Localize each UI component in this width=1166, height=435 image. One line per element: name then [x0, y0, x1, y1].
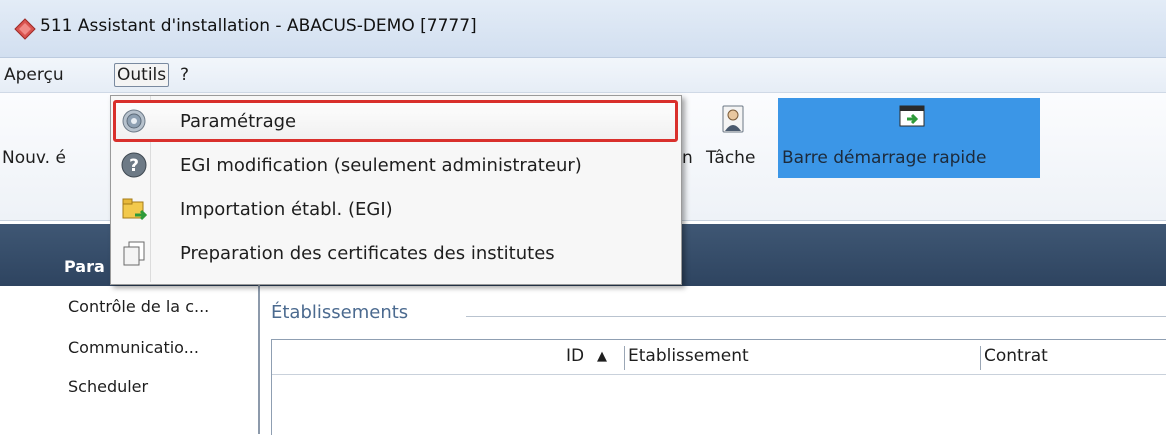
menu-help[interactable]: ? [178, 64, 191, 86]
copy-documents-icon [123, 241, 145, 266]
left-panel-title: Para [64, 257, 105, 276]
menu-item-certificates[interactable]: Preparation des certificates des institu… [114, 232, 678, 276]
gear-icon [122, 109, 146, 133]
diamond-logo-icon [14, 18, 36, 40]
nav-item-communication[interactable]: Communicatio... [68, 338, 199, 357]
column-header-id[interactable]: ID [566, 346, 584, 366]
menu-outils[interactable]: Outils [114, 63, 170, 87]
column-separator[interactable] [980, 346, 981, 370]
ribbon-hidden-label[interactable]: n [682, 148, 693, 168]
menu-item-label: Paramétrage [180, 111, 297, 132]
window-title: 511 Assistant d'installation - ABACUS-DE… [40, 16, 477, 36]
sort-ascending-icon: ▲ [597, 349, 607, 364]
menu-item-importation[interactable]: Importation établ. (EGI) [114, 188, 678, 232]
nav-item-controle[interactable]: Contrôle de la c... [68, 297, 209, 316]
task-person-icon [722, 105, 744, 133]
nav-item-scheduler[interactable]: Scheduler [68, 377, 148, 396]
help-circle-icon: ? [121, 152, 147, 178]
group-title: Établissements [271, 302, 409, 323]
ribbon-new-button-label[interactable]: Nouv. é [2, 148, 66, 168]
menu-apercu[interactable]: Aperçu [2, 64, 66, 86]
window-launch-icon [899, 105, 925, 127]
svg-text:?: ? [129, 156, 139, 176]
menu-item-label: Importation établ. (EGI) [180, 199, 393, 220]
menu-bar [0, 58, 1166, 93]
menu-item-parametrage[interactable]: Paramétrage [114, 100, 678, 144]
group-divider [466, 316, 1166, 317]
menu-item-egi-modification[interactable]: ? EGI modification (seulement administra… [114, 144, 678, 188]
quick-start-bar-label: Barre démarrage rapide [782, 148, 987, 168]
column-separator[interactable] [624, 346, 625, 370]
menu-item-label: EGI modification (seulement administrate… [180, 155, 582, 176]
import-folder-icon [122, 198, 148, 221]
ribbon-tache-label[interactable]: Tâche [706, 148, 755, 168]
column-header-etablissement[interactable]: Etablissement [628, 346, 749, 366]
menu-item-label: Preparation des certificates des institu… [180, 243, 555, 264]
column-header-contrat[interactable]: Contrat [984, 346, 1048, 366]
